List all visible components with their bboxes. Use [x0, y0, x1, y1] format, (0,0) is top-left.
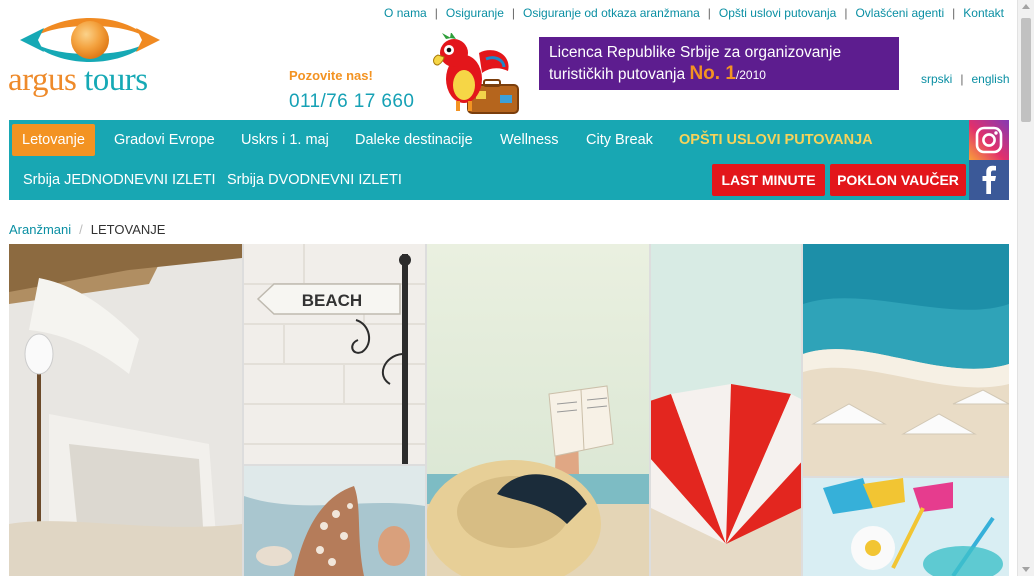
- main-navigation: Letovanje Gradovi Evrope Uskrs i 1. maj …: [9, 120, 1009, 200]
- nav-gradovi-evrope[interactable]: Gradovi Evrope: [114, 124, 215, 156]
- beach-sign-text: BEACH: [302, 291, 362, 310]
- language-switcher: srpski | english: [921, 72, 1010, 86]
- site-logo[interactable]: argus tours: [8, 14, 173, 104]
- scroll-up-arrow-icon[interactable]: [1022, 4, 1030, 9]
- breadcrumb: Aranžmani / LETOVANJE: [9, 222, 166, 237]
- facebook-link[interactable]: [969, 160, 1009, 200]
- facebook-icon: [969, 160, 1009, 200]
- banner-photo-cocktails: [803, 478, 1009, 576]
- top-link-contact[interactable]: Kontakt: [963, 6, 1004, 20]
- logo-wordmark: argus tours: [8, 62, 148, 98]
- lang-english[interactable]: english: [971, 72, 1009, 86]
- call-us-label: Pozovite nas!: [289, 68, 373, 83]
- license-year: /2010: [735, 68, 766, 82]
- nav-letovanje[interactable]: Letovanje: [12, 124, 95, 156]
- hero-banner-collage: BEACH: [9, 244, 1009, 576]
- gift-voucher-button[interactable]: POKLON VAUČER: [830, 164, 966, 196]
- banner-photo-reading: [427, 244, 649, 576]
- lang-serbian[interactable]: srpski: [921, 72, 952, 86]
- license-banner[interactable]: Licenca Republike Srbije za organizovanj…: [539, 37, 899, 90]
- scroll-down-arrow-icon[interactable]: [1022, 567, 1030, 572]
- breadcrumb-current: LETOVANJE: [90, 222, 166, 237]
- nav-serbia-two-day-trips[interactable]: Srbija DVODNEVNI IZLETI: [227, 164, 402, 196]
- page-scrollbar[interactable]: [1017, 0, 1034, 576]
- instagram-link[interactable]: [969, 120, 1009, 160]
- top-link-about[interactable]: O nama: [384, 6, 427, 20]
- top-link-cancellation-insurance[interactable]: Osiguranje od otkaza aranžmana: [523, 6, 700, 20]
- nav-general-terms[interactable]: OPŠTI USLOVI PUTOVANJA: [679, 124, 873, 156]
- phone-number[interactable]: 011/76 17 660: [289, 91, 414, 113]
- top-link-general-terms[interactable]: Opšti uslovi putovanja: [719, 6, 836, 20]
- scrollbar-thumb[interactable]: [1021, 18, 1031, 122]
- breadcrumb-parent[interactable]: Aranžmani: [9, 222, 71, 237]
- banner-photo-beach-sign: BEACH: [244, 244, 425, 464]
- top-links: O nama | Osiguranje | Osiguranje od otkaza a…: [384, 6, 1004, 20]
- top-link-insurance[interactable]: Osiguranje: [446, 6, 504, 20]
- nav-wellness[interactable]: Wellness: [500, 124, 559, 156]
- banner-photo-beach-hut: [9, 244, 242, 576]
- nav-uskrs[interactable]: Uskrs i 1. maj: [241, 124, 329, 156]
- instagram-icon: [969, 120, 1009, 160]
- top-link-agents[interactable]: Ovlašćeni agenti: [855, 6, 944, 20]
- banner-photo-umbrella: [651, 244, 801, 576]
- nav-city-break[interactable]: City Break: [586, 124, 653, 156]
- license-highlight: No. 1: [689, 63, 736, 84]
- banner-photo-shells: [244, 466, 425, 576]
- nav-daleke-destinacije[interactable]: Daleke destinacije: [355, 124, 473, 156]
- eye-sun-logo-icon: [20, 18, 160, 62]
- nav-serbia-day-trips[interactable]: Srbija JEDNODNEVNI IZLETI: [23, 164, 216, 196]
- banner-photo-aerial-beach: [803, 244, 1009, 476]
- parrot-mascot-icon: [433, 33, 519, 114]
- last-minute-button[interactable]: LAST MINUTE: [712, 164, 825, 196]
